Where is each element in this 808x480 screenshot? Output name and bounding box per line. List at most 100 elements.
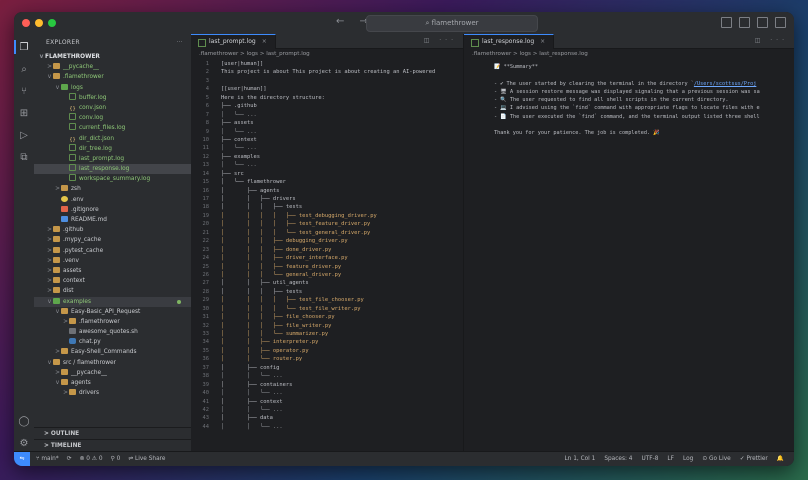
breadcrumb[interactable]: .flamethrower > logs > last_response.log — [464, 49, 794, 60]
tree-item-label: logs — [71, 84, 83, 91]
end-of-line[interactable]: LF — [667, 452, 674, 466]
line-number: 25 — [202, 263, 210, 270]
tree-item[interactable]: v examples — [34, 296, 191, 307]
line-text: │ │ │ ├── tests — [221, 204, 303, 211]
sync-icon[interactable]: ⟳ — [67, 452, 72, 466]
tree-item[interactable]: > .pytest_cache — [34, 246, 191, 256]
tree-item[interactable]: .gitignore — [34, 205, 191, 215]
tree-item[interactable]: dir_tree.log — [34, 143, 191, 154]
tree-item[interactable]: .env — [34, 195, 191, 205]
tree-item[interactable]: {} conv.json — [34, 103, 191, 113]
tree-item[interactable]: > .flamethrower — [34, 317, 191, 327]
tree-item[interactable]: > .github — [34, 225, 191, 235]
run-debug-icon[interactable]: ▷ — [18, 130, 30, 142]
line-number: 38 — [202, 373, 210, 380]
remote-indicator-icon[interactable]: ⇋ — [14, 452, 30, 466]
tree-item[interactable]: > .venv — [34, 256, 191, 266]
code-line: 40 │ │ └── ... — [191, 389, 463, 397]
tree-item-label: .venv — [63, 257, 79, 264]
project-root[interactable]: v FLAMETHROWER — [34, 52, 191, 62]
project-root-label: FLAMETHROWER — [45, 54, 100, 60]
tree-item[interactable]: > .mypy_cache — [34, 235, 191, 245]
tree-item[interactable]: conv.log — [34, 113, 191, 123]
tab-label: last_response.log — [482, 38, 535, 45]
tree-item[interactable]: last_prompt.log — [34, 153, 191, 164]
tree-item[interactable]: > Easy-Shell_Commands — [34, 347, 191, 357]
tree-item[interactable]: > zsh — [34, 184, 191, 194]
code-view[interactable]: 1 [user|human]] 2 This project is about Thi… — [191, 60, 463, 431]
tree-item[interactable]: workspace_summary.log — [34, 174, 191, 184]
log-file-icon — [69, 92, 76, 100]
extensions-icon[interactable]: ⊞ — [18, 108, 30, 120]
chevron-right-icon: > — [55, 349, 60, 356]
ports-indicator[interactable]: ⚲ 0 — [111, 452, 121, 466]
more-actions-icon[interactable]: ··· — [176, 34, 183, 52]
command-center[interactable]: ⌕ flamethrower — [366, 15, 538, 32]
line-text: │ ├── agents — [221, 187, 280, 194]
minimize-window-button[interactable] — [35, 19, 43, 27]
tree-item[interactable]: buffer.log — [34, 92, 191, 103]
language-mode[interactable]: Log — [683, 452, 693, 466]
tree-item[interactable]: > drivers — [34, 388, 191, 398]
problems-indicator[interactable]: ⊗ 0 ⚠ 0 — [80, 452, 103, 466]
folder-icon — [53, 287, 60, 294]
line-number: 16 — [202, 187, 210, 194]
zoom-window-button[interactable] — [48, 19, 56, 27]
line-number: 34 — [202, 339, 210, 346]
remote-explorer-icon[interactable]: ⧉ — [18, 152, 30, 164]
chevron-down-icon: v — [47, 359, 52, 366]
shell-file-icon — [69, 328, 76, 335]
response-view[interactable]: 📝 **Summary** - ✔ The user started by cl… — [464, 63, 794, 138]
settings-gear-icon[interactable]: ⚙ — [18, 438, 30, 450]
path-link[interactable]: /Users/scottsus/Proj — [694, 81, 756, 87]
encoding[interactable]: UTF-8 — [641, 452, 658, 466]
tree-item[interactable]: awesome_quotes.sh — [34, 327, 191, 337]
tree-item[interactable]: v Easy-Basic_API_Request — [34, 307, 191, 317]
split-editor-icon[interactable]: ◫ ··· — [424, 37, 457, 44]
tree-item[interactable]: > __pycache__ — [34, 368, 191, 378]
live-share-button[interactable]: ⇌ Live Share — [128, 452, 165, 466]
tree-item[interactable]: README.md — [34, 215, 191, 225]
cursor-position[interactable]: Ln 1, Col 1 — [564, 452, 595, 466]
tree-item[interactable]: v agents — [34, 378, 191, 388]
close-tab-icon[interactable]: × — [540, 38, 545, 45]
log-file-icon — [471, 39, 479, 47]
tab-last-response[interactable]: last_response.log × — [464, 34, 555, 49]
toggle-secondary-sidebar-icon[interactable] — [757, 17, 768, 28]
customize-layout-icon[interactable] — [775, 17, 786, 28]
toggle-panel-icon[interactable] — [739, 17, 750, 28]
code-line: 4 [[user|human]] — [191, 85, 463, 93]
prettier-button[interactable]: ✓ Prettier — [740, 452, 768, 466]
indentation[interactable]: Spaces: 4 — [604, 452, 632, 466]
go-live-button[interactable]: ⊙ Go Live — [702, 452, 730, 466]
tab-last-prompt[interactable]: last_prompt.log × — [191, 34, 276, 49]
tree-item[interactable]: v logs — [34, 83, 191, 93]
tree-item[interactable]: v src / flamethrower — [34, 358, 191, 368]
branch-indicator[interactable]: ⑂ main* — [36, 452, 59, 466]
code-line: 17 │ │ ├── drivers — [191, 195, 463, 203]
log-file-icon — [69, 164, 76, 172]
line-text: │ │ │ └── summarizer.py — [221, 331, 329, 337]
toggle-sidebar-icon[interactable] — [721, 17, 732, 28]
tree-item[interactable]: v .flamethrower — [34, 72, 191, 82]
tree-item[interactable]: > __pycache__ — [34, 62, 191, 72]
tree-item[interactable]: > context — [34, 276, 191, 286]
notifications-icon[interactable]: 🔔 — [777, 452, 784, 466]
tree-item[interactable]: > assets — [34, 266, 191, 276]
tree-item[interactable]: > dist — [34, 286, 191, 296]
search-icon[interactable]: ⌕ — [18, 64, 30, 76]
source-control-icon[interactable]: ⑂ — [18, 86, 30, 98]
split-editor-icon[interactable]: ◫ ··· — [755, 37, 788, 44]
tree-item[interactable]: current_files.log — [34, 123, 191, 133]
breadcrumb[interactable]: .flamethrower > logs > last_prompt.log — [191, 49, 463, 60]
tree-item[interactable]: {} dir_dict.json — [34, 134, 191, 144]
tree-item[interactable]: chat.py — [34, 337, 191, 347]
close-tab-icon[interactable]: × — [262, 38, 267, 45]
line-text: │ └── ... — [221, 111, 257, 118]
explorer-icon[interactable]: ❐ — [18, 42, 30, 54]
tree-item[interactable]: last_response.log — [34, 164, 191, 175]
accounts-icon[interactable]: ◯ — [18, 416, 30, 428]
close-window-button[interactable] — [22, 19, 30, 27]
line-text: │ │ │ ├── done_driver.py — [221, 246, 332, 253]
